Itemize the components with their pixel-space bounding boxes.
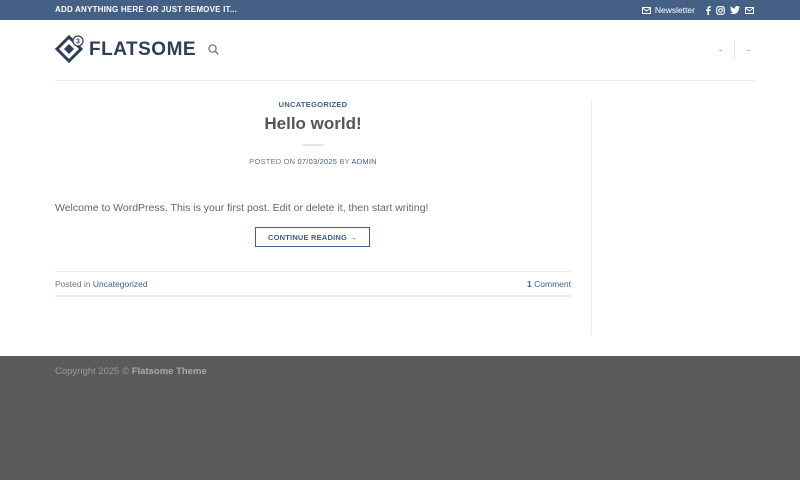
posted-in-label: Posted in	[55, 279, 91, 289]
post-category[interactable]: UNCATEGORIZED	[55, 100, 571, 109]
continue-reading-button[interactable]: CONTINUE READING →	[255, 227, 370, 247]
header-nav-item-1[interactable]: -	[713, 45, 728, 55]
post-meta: POSTED ON 07/03/2025 BY ADMIN	[55, 157, 571, 166]
header-right-nav: - -	[713, 40, 756, 60]
comment-label: Comment	[534, 279, 571, 289]
post-date[interactable]: 07/03/2025	[298, 157, 338, 166]
post-title[interactable]: Hello world!	[55, 114, 571, 134]
copyright-prefix: Copyright 2025 ©	[55, 366, 130, 377]
topbar-right: Newsletter	[641, 4, 754, 16]
logo-badge: 3	[76, 39, 80, 46]
comment-count: 1	[527, 279, 532, 289]
post-excerpt: Welcome to WordPress. This is your first…	[55, 202, 429, 214]
posted-in: Posted in Uncategorized	[55, 279, 148, 289]
top-bar: ADD ANYTHING HERE OR JUST REMOVE IT... N…	[0, 0, 800, 20]
title-divider	[302, 144, 324, 146]
post-footer-divider-top	[55, 271, 571, 272]
instagram-icon[interactable]	[716, 5, 725, 15]
envelope-icon	[641, 6, 651, 14]
topbar-message: ADD ANYTHING HERE OR JUST REMOVE IT...	[55, 5, 237, 14]
newsletter-label: Newsletter	[654, 5, 695, 15]
posted-in-category[interactable]: Uncategorized	[93, 279, 148, 289]
logo-text: FLATSOME	[89, 39, 197, 60]
site-logo[interactable]: 3 FLATSOME	[55, 35, 196, 65]
meta-by: BY	[339, 157, 350, 166]
social-icons	[705, 5, 754, 15]
envelope-icon[interactable]	[745, 6, 754, 14]
newsletter-link[interactable]: Newsletter	[641, 5, 695, 15]
facebook-icon[interactable]	[705, 5, 711, 15]
twitter-icon[interactable]	[730, 6, 740, 14]
header-nav-item-2[interactable]: -	[741, 45, 756, 55]
meta-prefix: POSTED ON	[249, 157, 296, 166]
copyright: Copyright 2025 © Flatsome Theme	[55, 366, 207, 377]
search-icon[interactable]	[208, 44, 219, 55]
comments-link[interactable]: 1 Comment	[527, 279, 571, 289]
sidebar-divider	[591, 100, 592, 335]
site-header: 3 FLATSOME - -	[0, 20, 800, 80]
header-divider	[734, 41, 735, 59]
post-footer-divider-bottom	[55, 295, 571, 297]
header-divider-line	[55, 80, 755, 81]
site-footer: Copyright 2025 © Flatsome Theme	[0, 356, 800, 480]
theme-name[interactable]: Flatsome Theme	[132, 366, 207, 377]
post-author[interactable]: ADMIN	[352, 157, 377, 166]
flatsome-logo-icon: 3	[55, 35, 84, 64]
